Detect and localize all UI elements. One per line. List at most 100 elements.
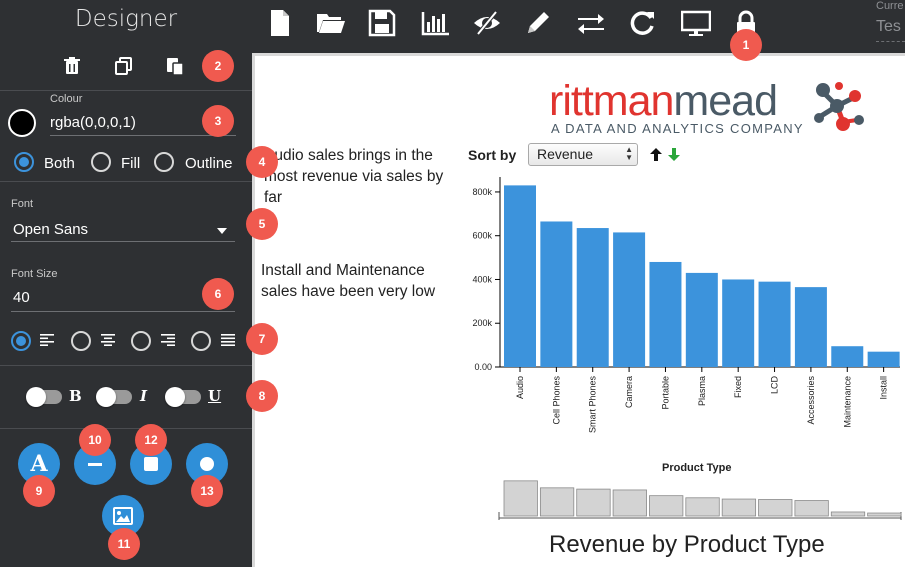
y-tick-label: 600k xyxy=(472,231,492,241)
logo-tagline: A DATA AND ANALYTICS COMPANY xyxy=(551,121,804,136)
font-size-label: Font Size xyxy=(11,268,58,280)
duplicate-icon[interactable] xyxy=(114,56,134,76)
badge-10: 10 xyxy=(79,424,111,456)
x-tick-label: Smart Phones xyxy=(588,376,598,434)
x-tick-label: Maintenance xyxy=(842,376,852,428)
y-tick-label: 800k xyxy=(472,187,492,197)
badge-9: 9 xyxy=(23,475,55,507)
current-input-line xyxy=(876,41,905,42)
bar-portable xyxy=(649,261,682,367)
x-tick-label: Cell Phones xyxy=(551,376,561,425)
badge-8: 8 xyxy=(246,380,278,412)
badge-12: 12 xyxy=(135,424,167,456)
underline-toggle[interactable] xyxy=(165,387,201,407)
colour-swatch[interactable] xyxy=(8,109,36,137)
sort-descending-icon[interactable] xyxy=(668,148,680,161)
hide-eye-icon[interactable] xyxy=(472,8,502,38)
y-tick-label: 0.00 xyxy=(474,362,492,372)
bar-accessories xyxy=(794,287,827,367)
bold-toggle[interactable] xyxy=(26,387,62,407)
badge-7: 7 xyxy=(246,323,278,355)
y-tick-label: 400k xyxy=(472,274,492,284)
overview-bar-audio xyxy=(503,480,538,517)
x-tick-label: Fixed xyxy=(733,376,743,398)
annotation-text-2[interactable]: Install and Maintenance sales have been … xyxy=(261,260,451,302)
font-select-line xyxy=(11,241,235,242)
overview-bar-plasma xyxy=(685,497,720,517)
badge-2: 2 xyxy=(202,50,234,82)
bar-fixed xyxy=(722,279,755,367)
divider xyxy=(0,181,252,182)
open-folder-icon[interactable] xyxy=(316,8,346,38)
bar-smart-phones xyxy=(576,228,609,367)
font-label: Font xyxy=(11,198,34,210)
x-tick-label: LCD xyxy=(770,376,780,395)
chart-icon[interactable] xyxy=(421,8,451,38)
logo-part-2: mead xyxy=(673,77,778,125)
colour-input[interactable]: rgba(0,0,0,1) xyxy=(50,114,136,131)
chevron-down-icon[interactable] xyxy=(217,228,227,234)
radio-both[interactable] xyxy=(14,152,34,172)
align-center-radio[interactable] xyxy=(71,331,91,351)
align-center-icon xyxy=(101,334,115,346)
logo-part-1: rittman xyxy=(549,77,674,125)
x-tick-label: Portable xyxy=(660,376,670,410)
align-right-icon xyxy=(161,334,175,346)
divider xyxy=(0,90,252,91)
badge-6: 6 xyxy=(202,278,234,310)
badge-3: 3 xyxy=(202,105,234,137)
text-icon: A xyxy=(30,451,48,477)
trash-icon[interactable] xyxy=(62,56,82,76)
chart-title: Revenue by Product Type xyxy=(549,531,825,558)
badge-4: 4 xyxy=(246,146,278,178)
image-icon xyxy=(113,507,133,525)
monitor-icon[interactable] xyxy=(681,8,711,38)
bar-camera xyxy=(613,232,646,367)
x-tick-label: Camera xyxy=(624,376,634,408)
align-justify-icon xyxy=(221,334,235,346)
align-right-radio[interactable] xyxy=(131,331,151,351)
font-select[interactable]: Open Sans xyxy=(13,221,88,238)
revenue-bar-chart: 0.00 200k 400k 600k 800k Audio Cell Phones Smar… xyxy=(472,177,900,434)
italic-toggle[interactable] xyxy=(96,387,132,407)
bar-maintenance xyxy=(831,346,864,367)
align-left-radio[interactable] xyxy=(11,331,31,351)
align-justify-radio[interactable] xyxy=(191,331,211,351)
radio-outline[interactable] xyxy=(154,152,174,172)
square-icon xyxy=(144,457,158,471)
badge-1: 1 xyxy=(730,29,762,61)
refresh-icon[interactable] xyxy=(627,8,657,38)
overview-chart-title: Product Type xyxy=(662,462,732,474)
paste-icon[interactable] xyxy=(165,56,185,76)
overview-bar-chart[interactable] xyxy=(495,474,905,524)
bar-install xyxy=(867,351,900,367)
badge-13: 13 xyxy=(191,475,223,507)
bold-label: B xyxy=(69,387,82,405)
save-icon[interactable] xyxy=(367,8,397,38)
overview-bar-cell-phones xyxy=(539,487,575,517)
x-tick-label: Accessories xyxy=(806,376,816,425)
select-arrows-icon: ▲ ▼ xyxy=(625,145,633,162)
new-file-icon[interactable] xyxy=(265,8,295,38)
underline-label: U xyxy=(208,387,222,405)
italic-label: I xyxy=(140,387,148,405)
badge-11: 11 xyxy=(108,528,140,560)
pencil-icon[interactable] xyxy=(523,8,553,38)
y-tick-label: 200k xyxy=(472,318,492,328)
divider xyxy=(0,428,252,429)
bar-cell-phones xyxy=(540,221,573,367)
radio-fill-label: Fill xyxy=(121,155,141,172)
radio-outline-label: Outline xyxy=(185,155,233,172)
colour-input-line xyxy=(50,135,236,136)
x-tick-label: Install xyxy=(879,376,889,400)
sort-select[interactable]: Revenue ▲ ▼ xyxy=(528,143,638,166)
overview-bar-portable xyxy=(649,495,684,517)
sort-ascending-icon[interactable] xyxy=(650,148,662,161)
annotation-text-1[interactable]: Audio sales brings in the most revenue v… xyxy=(264,145,456,208)
swap-icon[interactable] xyxy=(576,8,606,38)
circle-icon xyxy=(200,457,214,471)
current-input[interactable]: Tes xyxy=(876,18,901,36)
radio-fill[interactable] xyxy=(91,152,111,172)
current-label: Curre xyxy=(876,0,904,12)
font-size-input[interactable]: 40 xyxy=(13,289,30,306)
